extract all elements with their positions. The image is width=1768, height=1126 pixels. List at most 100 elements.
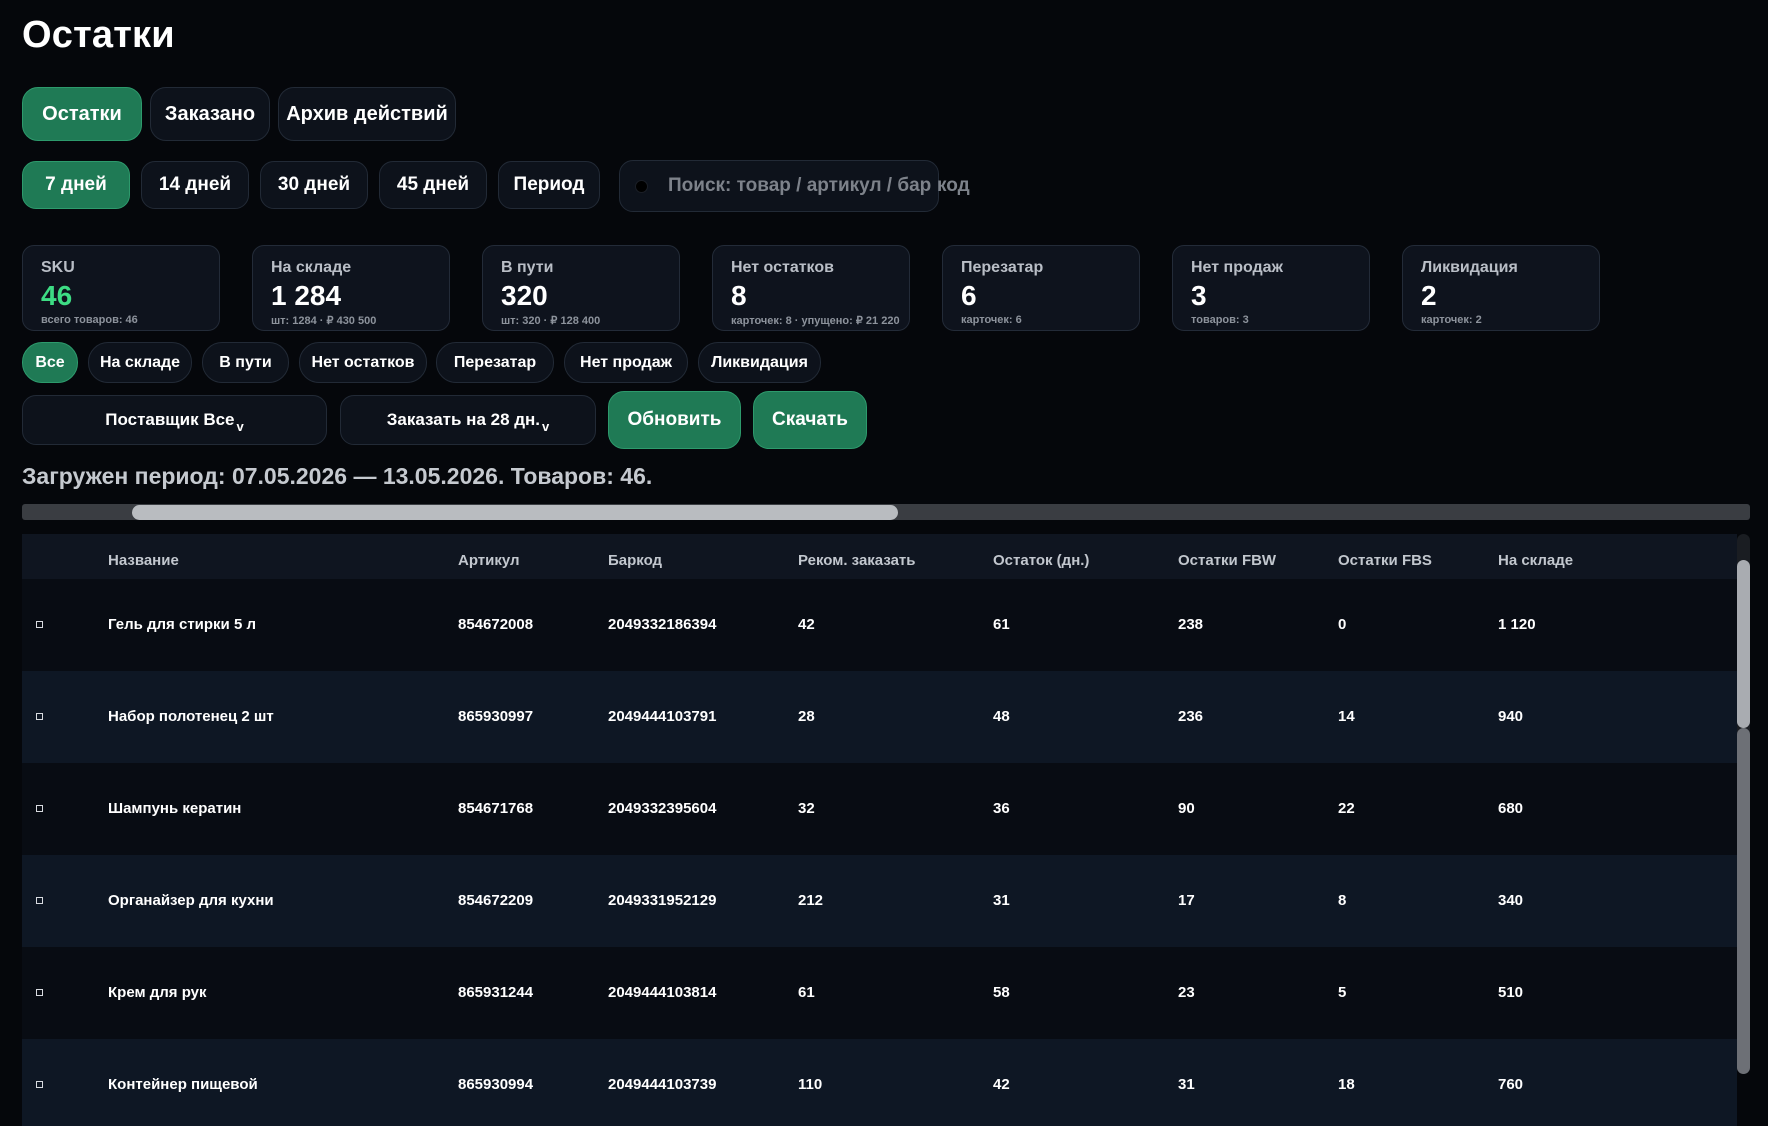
kpi-card-in-stock[interactable]: На складе 1 284 шт: 1284 · ₽ 430 500	[252, 245, 450, 331]
period-30-days-button[interactable]: 30 дней	[260, 161, 368, 209]
kpi-value: 2	[1421, 280, 1437, 311]
refresh-button[interactable]: Обновить	[608, 391, 741, 449]
filter-chip-in-stock[interactable]: На складе	[88, 342, 192, 383]
cell-name: Гель для стирки 5 л	[108, 616, 256, 633]
row-checkbox[interactable]	[36, 713, 43, 720]
cell-stock-fbw: 236	[1178, 708, 1204, 725]
kpi-card-liquidation[interactable]: Ликвидация 2 карточек: 2	[1402, 245, 1600, 331]
kpi-label: В пути	[501, 259, 554, 276]
filter-chip-no-sales[interactable]: Нет продаж	[564, 342, 688, 383]
cell-stock-days: 42	[993, 1076, 1010, 1093]
row-checkbox[interactable]	[36, 621, 43, 628]
cell-name: Набор полотенец 2 шт	[108, 708, 274, 725]
cell-name: Шампунь кератин	[108, 800, 242, 817]
order-days-select[interactable]: Заказать на 28 дн. v	[340, 395, 596, 445]
filter-chip-in-transit[interactable]: В пути	[202, 342, 289, 383]
cell-stock-fbs: 14	[1338, 708, 1355, 725]
kpi-card-out-of-stock[interactable]: Нет остатков 8 карточек: 8 · упущено: ₽ …	[712, 245, 910, 331]
period-7-days-button[interactable]: 7 дней	[22, 161, 130, 209]
tab-zakazano[interactable]: Заказано	[150, 87, 270, 141]
kpi-value: 320	[501, 280, 548, 311]
period-custom-button[interactable]: Период	[498, 161, 600, 209]
cell-article: 865931244	[458, 984, 534, 1001]
kpi-card-overstock[interactable]: Перезатар 6 карточек: 6	[942, 245, 1140, 331]
period-14-days-button[interactable]: 14 дней	[141, 161, 249, 209]
kpi-label: SKU	[41, 259, 75, 276]
cell-name: Контейнер пищевой	[108, 1076, 258, 1093]
filter-chip-overstock[interactable]: Перезатар	[436, 342, 554, 383]
table-row[interactable]: Набор полотенец 2 шт 865930997 204944410…	[22, 671, 1737, 763]
cell-warehouse: 510	[1498, 984, 1524, 1001]
cell-stock-fbs: 8	[1338, 892, 1347, 909]
filter-chip-out-of-stock[interactable]: Нет остатков	[299, 342, 427, 383]
row-checkbox[interactable]	[36, 989, 43, 996]
table-row[interactable]: Органайзер для кухни 854672209 204933195…	[22, 855, 1737, 947]
cell-article: 854672008	[458, 616, 534, 633]
search-dot-icon	[635, 180, 648, 193]
tab-archive[interactable]: Архив действий	[278, 87, 456, 141]
chevron-down-icon: v	[236, 418, 244, 434]
period-45-days-button[interactable]: 45 дней	[379, 161, 487, 209]
table-row[interactable]: Шампунь кератин 854671768 2049332395604 …	[22, 763, 1737, 855]
kpi-label: Перезатар	[961, 259, 1044, 276]
cell-article: 854671768	[458, 800, 534, 817]
cell-stock-fbw: 31	[1178, 1076, 1195, 1093]
kpi-sub: товаров: 3	[1191, 314, 1249, 326]
kpi-sub: шт: 1284 · ₽ 430 500	[271, 315, 377, 327]
kpi-value: 8	[731, 280, 747, 311]
horizontal-scrollbar-thumb[interactable]	[132, 505, 898, 520]
kpi-label: Ликвидация	[1421, 259, 1518, 276]
row-checkbox[interactable]	[36, 805, 43, 812]
kpi-value: 1 284	[271, 280, 342, 311]
cell-name: Крем для рук	[108, 984, 207, 1001]
cell-stock-fbs: 0	[1338, 616, 1347, 633]
tab-ostatki[interactable]: Остатки	[22, 87, 142, 141]
kpi-label: Нет продаж	[1191, 259, 1283, 276]
kpi-sub: карточек: 6	[961, 314, 1022, 326]
table-row[interactable]: Контейнер пищевой 865930994 204944410373…	[22, 1039, 1737, 1126]
search-placeholder-overflow: код	[937, 175, 970, 196]
cell-stock-fbs: 18	[1338, 1076, 1355, 1093]
cell-stock-fbw: 23	[1178, 984, 1195, 1001]
row-checkbox[interactable]	[36, 1081, 43, 1088]
kpi-card-in-transit[interactable]: В пути 320 шт: 320 · ₽ 128 400	[482, 245, 680, 331]
table-row[interactable]: Крем для рук 865931244 2049444103814 61 …	[22, 947, 1737, 1039]
loaded-period-text: Загружен период: 07.05.2026 — 13.05.2026…	[22, 463, 653, 489]
row-checkbox[interactable]	[36, 897, 43, 904]
kpi-value: 46	[41, 280, 73, 311]
vertical-scrollbar-thumb[interactable]	[1737, 560, 1750, 728]
table-header: Название Артикул Баркод Реком. заказать …	[22, 534, 1737, 582]
cell-article: 865930994	[458, 1076, 534, 1093]
supplier-select-label: Поставщик Все	[105, 410, 235, 429]
cell-stock-days: 58	[993, 984, 1010, 1001]
search-box[interactable]	[619, 160, 939, 212]
kpi-label: На складе	[271, 259, 352, 276]
cell-recommended-order: 42	[798, 616, 815, 633]
vertical-scrollbar-lower[interactable]	[1737, 728, 1750, 1074]
cell-recommended-order: 32	[798, 800, 815, 817]
supplier-select[interactable]: Поставщик Все v	[22, 395, 327, 445]
order-days-select-label: Заказать на 28 дн.	[386, 410, 541, 429]
cell-recommended-order: 28	[798, 708, 815, 725]
filter-chip-all[interactable]: Все	[22, 342, 78, 383]
cell-stock-fbw: 90	[1178, 800, 1195, 817]
cell-recommended-order: 110	[798, 1076, 823, 1093]
cell-warehouse: 680	[1498, 800, 1524, 817]
cell-barcode: 2049444103791	[608, 708, 717, 725]
search-input[interactable]	[668, 161, 938, 211]
cell-article: 854672209	[458, 892, 534, 909]
cell-stock-fbs: 22	[1338, 800, 1355, 817]
cell-stock-days: 48	[993, 708, 1010, 725]
kpi-sub: всего товаров: 46	[41, 314, 138, 326]
page-title: Остатки	[22, 14, 175, 56]
download-button[interactable]: Скачать	[753, 391, 867, 449]
kpi-card-sku[interactable]: SKU 46 всего товаров: 46	[22, 245, 220, 331]
filter-chip-liquidation[interactable]: Ликвидация	[698, 342, 821, 383]
cell-article: 865930997	[458, 708, 534, 725]
table-row[interactable]: Гель для стирки 5 л 854672008 2049332186…	[22, 579, 1737, 671]
kpi-card-no-sales[interactable]: Нет продаж 3 товаров: 3	[1172, 245, 1370, 331]
kpi-value: 3	[1191, 280, 1207, 311]
cell-stock-fbw: 238	[1178, 616, 1204, 633]
cell-stock-days: 31	[993, 892, 1010, 909]
cell-warehouse: 940	[1498, 708, 1524, 725]
